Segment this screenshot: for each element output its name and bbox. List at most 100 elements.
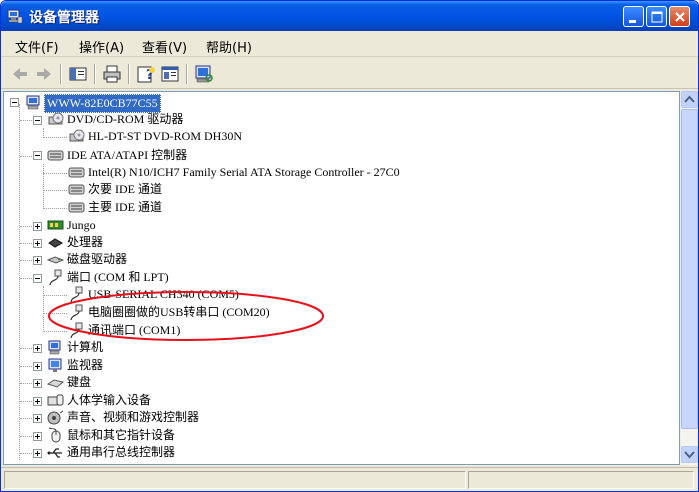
menu-file[interactable]: 文件(F) xyxy=(15,37,59,56)
tree-node-label: Intel(R) N10/ICH7 Family Serial ATA Stor… xyxy=(88,165,400,179)
expand-collapse-toggle[interactable] xyxy=(33,116,42,125)
properties-icon[interactable] xyxy=(159,63,181,85)
scroll-thumb[interactable] xyxy=(681,109,698,429)
keyboard-icon xyxy=(47,379,64,388)
vertical-scrollbar[interactable] xyxy=(680,91,698,465)
close-icon xyxy=(675,12,685,22)
back-arrow-icon[interactable] xyxy=(9,63,31,85)
status-cell-main xyxy=(4,471,466,489)
status-cell-secondary xyxy=(468,471,694,489)
expand-collapse-toggle[interactable] xyxy=(33,222,42,231)
expand-collapse-toggle[interactable] xyxy=(33,449,42,458)
ide-controller-icon xyxy=(68,184,85,195)
forward-arrow-icon[interactable] xyxy=(33,63,55,85)
tree-connector xyxy=(20,366,34,367)
show-hide-console-tree-icon[interactable] xyxy=(67,63,89,85)
tree-node-label: 监视器 xyxy=(67,358,104,372)
tree-connector xyxy=(20,418,34,419)
scroll-down-button[interactable] xyxy=(681,446,698,463)
tree-node-label: 主要 IDE 通道 xyxy=(88,200,162,214)
ide-controller-icon xyxy=(68,202,85,213)
red-annotation-ellipse xyxy=(48,291,324,341)
ide-controller-icon xyxy=(47,150,64,161)
tree-node-label: 人体学输入设备 xyxy=(67,393,152,407)
menu-bar: 文件(F) 操作(A) 查看(V) 帮助(H) xyxy=(1,31,698,57)
tree-connector xyxy=(20,383,34,384)
tree-connector xyxy=(20,243,34,244)
tree-connector xyxy=(43,286,44,332)
minimize-icon xyxy=(629,20,636,23)
ide-controller-icon xyxy=(68,167,85,178)
toolbar: ? xyxy=(1,58,698,89)
tree-node-label: HL-DT-ST DVD-ROM DH30N xyxy=(88,129,243,143)
chevron-down-icon xyxy=(684,451,695,459)
tree-connector xyxy=(20,453,34,454)
tree-node-label: 次要 IDE 通道 xyxy=(88,182,162,196)
expand-collapse-toggle[interactable] xyxy=(33,151,42,160)
hid-icon xyxy=(47,394,64,406)
menu-view[interactable]: 查看(V) xyxy=(142,37,187,56)
toolbar-separator xyxy=(186,64,187,84)
tree-node-label: 通用串行总线控制器 xyxy=(67,445,176,459)
close-button[interactable] xyxy=(669,6,690,27)
tree-node-label: 键盘 xyxy=(67,375,92,389)
tree-connector xyxy=(20,436,34,437)
toolbar-separator xyxy=(94,64,95,84)
expand-collapse-toggle[interactable] xyxy=(33,256,42,265)
tree-node-label: 声音、视频和游戏控制器 xyxy=(67,410,200,424)
tree-node-label: DVD/CD-ROM 驱动器 xyxy=(67,112,184,126)
expand-collapse-toggle[interactable] xyxy=(33,344,42,353)
processor-icon xyxy=(48,238,64,248)
tree-connector xyxy=(43,190,67,191)
scan-hardware-icon[interactable] xyxy=(193,63,215,85)
device-manager-window: 设备管理器 文件(F) 操作(A) 查看(V) 帮助(H) ? WWW-82E0… xyxy=(0,0,699,492)
tree-connector xyxy=(43,208,67,209)
usb-icon xyxy=(47,448,62,458)
expand-collapse-toggle[interactable] xyxy=(33,274,42,283)
expand-collapse-toggle[interactable] xyxy=(33,239,42,248)
status-bar xyxy=(1,467,698,491)
tree-connector xyxy=(20,401,34,402)
expand-collapse-toggle[interactable] xyxy=(33,432,42,441)
print-icon[interactable] xyxy=(101,63,123,85)
menu-action[interactable]: 操作(A) xyxy=(79,37,124,56)
menu-help[interactable]: 帮助(H) xyxy=(206,37,252,56)
mouse-icon xyxy=(48,427,61,443)
tree-connector xyxy=(20,156,34,157)
tree-node-label: IDE ATA/ATAPI 控制器 xyxy=(67,148,188,162)
tree-connector xyxy=(20,120,34,121)
monitor-icon xyxy=(48,358,62,372)
tree-connector xyxy=(43,137,67,138)
tree-node-label: 处理器 xyxy=(67,235,104,249)
chevron-up-icon xyxy=(684,95,695,103)
scroll-up-button[interactable] xyxy=(681,91,698,108)
tree-connector xyxy=(43,128,44,136)
help-icon[interactable]: ? xyxy=(135,63,157,85)
device-manager-app-icon xyxy=(7,9,23,24)
tree-connector xyxy=(19,104,20,460)
sound-icon xyxy=(47,410,64,425)
expand-collapse-toggle[interactable] xyxy=(33,362,42,371)
toolbar-separator xyxy=(128,64,129,84)
expand-collapse-toggle[interactable] xyxy=(33,397,42,406)
expand-collapse-toggle[interactable] xyxy=(10,98,19,107)
device-tree[interactable]: WWW-82E0CB77C55 DVD/CD-ROM 驱动器 HL-DT-ST … xyxy=(3,91,680,465)
jungo-icon xyxy=(47,220,64,230)
tree-connector xyxy=(43,164,44,209)
maximize-icon xyxy=(651,11,663,23)
window-title: 设备管理器 xyxy=(29,10,99,26)
tree-connector xyxy=(20,348,34,349)
tree-connector xyxy=(20,226,34,227)
maximize-button[interactable] xyxy=(646,6,667,27)
tree-connector xyxy=(20,260,34,261)
tree-node-label: 鼠标和其它指针设备 xyxy=(67,428,176,442)
computer-icon xyxy=(26,95,40,110)
minimize-button[interactable] xyxy=(623,6,644,27)
port-icon xyxy=(49,269,62,286)
title-bar[interactable]: 设备管理器 xyxy=(1,1,698,31)
expand-collapse-toggle[interactable] xyxy=(33,414,42,423)
disk-drive-icon xyxy=(47,256,64,264)
tree-connector xyxy=(20,278,34,279)
expand-collapse-toggle[interactable] xyxy=(33,379,42,388)
toolbar-separator xyxy=(60,64,61,84)
